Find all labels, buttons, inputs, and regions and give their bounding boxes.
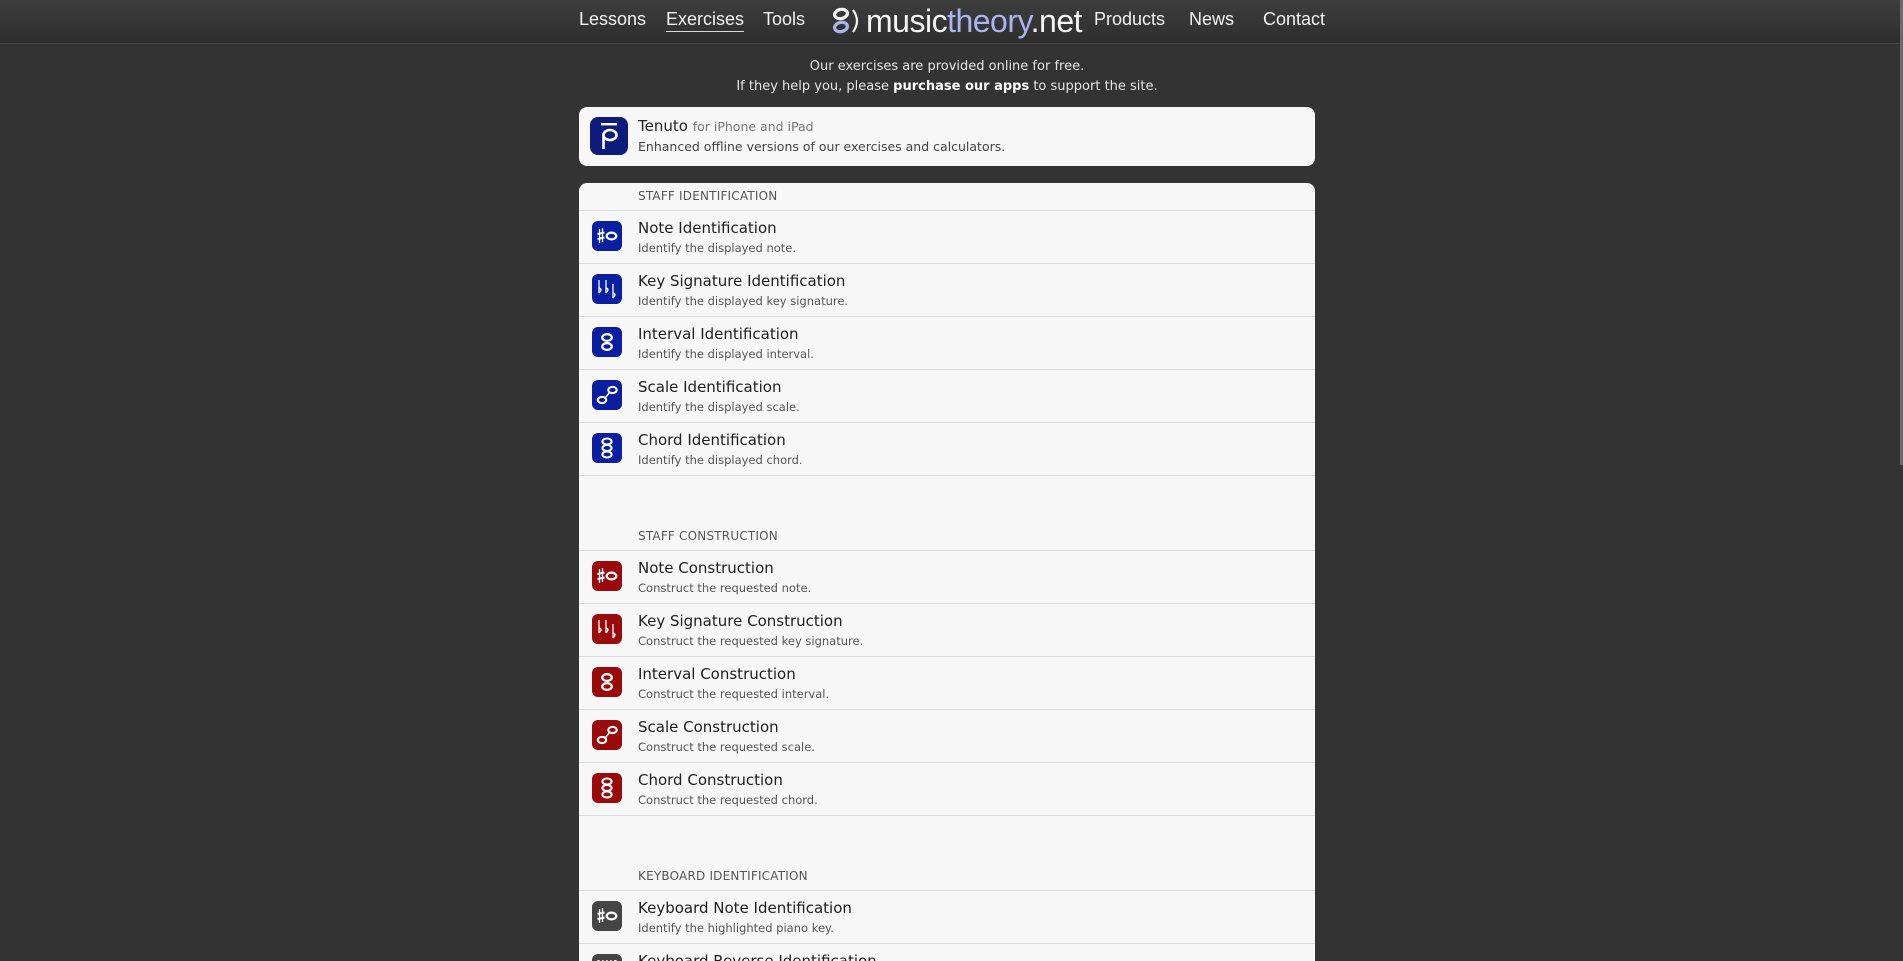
piano-keyboard-icon bbox=[592, 954, 622, 961]
top-navigation: Lessons Exercises Tools musictheory.net … bbox=[0, 0, 1903, 44]
exercise-item[interactable]: Keyboard Note Identification Identify the… bbox=[579, 890, 1315, 942]
nav-exercises[interactable]: Exercises bbox=[666, 9, 745, 32]
key-signature-icon bbox=[592, 274, 622, 304]
logo-icon bbox=[832, 7, 859, 34]
intro-text: Our exercises are provided online for fr… bbox=[579, 57, 1315, 97]
section-title: KEYBOARD IDENTIFICATION bbox=[638, 869, 808, 883]
nav-contact[interactable]: Contact bbox=[1263, 9, 1325, 30]
exercise-description: Construct the requested interval. bbox=[638, 687, 830, 701]
interval-icon bbox=[592, 327, 622, 357]
exercise-item[interactable]: Scale Construction Construct the requeste… bbox=[579, 709, 1315, 761]
tenuto-description: Enhanced offline versions of our exercis… bbox=[638, 139, 1006, 154]
exercise-title: Chord Identification bbox=[638, 431, 786, 449]
tenuto-app-icon bbox=[590, 117, 628, 155]
exercise-title: Interval Identification bbox=[638, 325, 799, 343]
scale-icon bbox=[592, 720, 622, 750]
logo-theory-text: theory bbox=[947, 2, 1031, 39]
section-title: STAFF CONSTRUCTION bbox=[638, 529, 778, 543]
exercise-description: Construct the requested chord. bbox=[638, 793, 818, 807]
tenuto-title: Tenuto bbox=[638, 117, 688, 135]
intro-line-1: Our exercises are provided online for fr… bbox=[809, 59, 1085, 74]
key-signature-icon bbox=[592, 614, 622, 644]
exercise-title: Keyboard Reverse Identification bbox=[638, 952, 877, 961]
exercise-item[interactable]: Key Signature Construction Construct the … bbox=[579, 603, 1315, 655]
note-icon bbox=[592, 561, 622, 591]
exercise-title: Note Construction bbox=[638, 559, 774, 577]
exercise-description: Construct the requested key signature. bbox=[638, 634, 864, 648]
tenuto-promo-card[interactable]: Tenuto for iPhone and iPad Enhanced offl… bbox=[579, 107, 1315, 166]
scale-icon bbox=[592, 380, 622, 410]
exercise-item[interactable]: Chord Identification Identify the display… bbox=[579, 422, 1315, 474]
chord-icon bbox=[592, 773, 622, 803]
chord-icon bbox=[592, 433, 622, 463]
exercise-description: Identify the displayed key signature. bbox=[638, 294, 849, 308]
intro-line-2: If they help you, please purchase our ap… bbox=[736, 79, 1158, 94]
exercise-title: Key Signature Construction bbox=[638, 612, 843, 630]
exercise-item[interactable]: Scale Identification Identify the display… bbox=[579, 369, 1315, 421]
exercise-item[interactable]: Interval Construction Construct the reque… bbox=[579, 656, 1315, 708]
exercise-title: Key Signature Identification bbox=[638, 272, 846, 290]
exercise-description: Identify the displayed interval. bbox=[638, 347, 814, 361]
divider bbox=[579, 815, 1315, 816]
exercise-item[interactable]: Key Signature Identification Identify the… bbox=[579, 263, 1315, 315]
exercise-item[interactable]: Interval Identification Identify the disp… bbox=[579, 316, 1315, 368]
page: Lessons Exercises Tools musictheory.net … bbox=[0, 0, 1903, 961]
section-title: STAFF IDENTIFICATION bbox=[638, 189, 778, 203]
site-logo[interactable]: musictheory.net bbox=[832, 1, 1083, 41]
tenuto-subtitle: for iPhone and iPad bbox=[692, 119, 814, 134]
exercise-item[interactable]: Note Identification Identify the displaye… bbox=[579, 210, 1315, 262]
exercise-description: Identify the highlighted piano key. bbox=[638, 921, 834, 935]
interval-icon bbox=[592, 667, 622, 697]
exercise-item[interactable]: Keyboard Reverse IdentificationIdentify … bbox=[579, 943, 1315, 961]
note-icon bbox=[592, 221, 622, 251]
note-icon bbox=[592, 901, 622, 931]
exercise-item[interactable]: Note Construction Construct the requested… bbox=[579, 550, 1315, 602]
nav-lessons[interactable]: Lessons bbox=[579, 9, 646, 30]
exercise-title: Chord Construction bbox=[638, 771, 783, 789]
exercise-item[interactable]: Chord Construction Construct the requeste… bbox=[579, 762, 1315, 814]
exercise-title: Interval Construction bbox=[638, 665, 796, 683]
exercise-list: STAFF IDENTIFICATION Note Identification I… bbox=[579, 183, 1315, 961]
exercise-description: Identify the displayed chord. bbox=[638, 453, 803, 467]
logo-net-text: .net bbox=[1030, 2, 1083, 39]
nav-tools[interactable]: Tools bbox=[763, 9, 805, 30]
purchase-apps-link[interactable]: purchase our apps bbox=[893, 79, 1029, 94]
exercise-title: Scale Construction bbox=[638, 718, 779, 736]
exercise-title: Note Identification bbox=[638, 219, 777, 237]
logo-music-text: music bbox=[866, 2, 948, 39]
nav-news[interactable]: News bbox=[1189, 9, 1234, 30]
exercise-description: Identify the displayed note. bbox=[638, 241, 797, 255]
exercise-title: Keyboard Note Identification bbox=[638, 899, 852, 917]
nav-products[interactable]: Products bbox=[1094, 9, 1165, 30]
exercise-description: Construct the requested scale. bbox=[638, 740, 815, 754]
exercise-title: Scale Identification bbox=[638, 378, 782, 396]
exercise-description: Identify the displayed scale. bbox=[638, 400, 800, 414]
exercise-description: Construct the requested note. bbox=[638, 581, 812, 595]
divider bbox=[579, 475, 1315, 476]
